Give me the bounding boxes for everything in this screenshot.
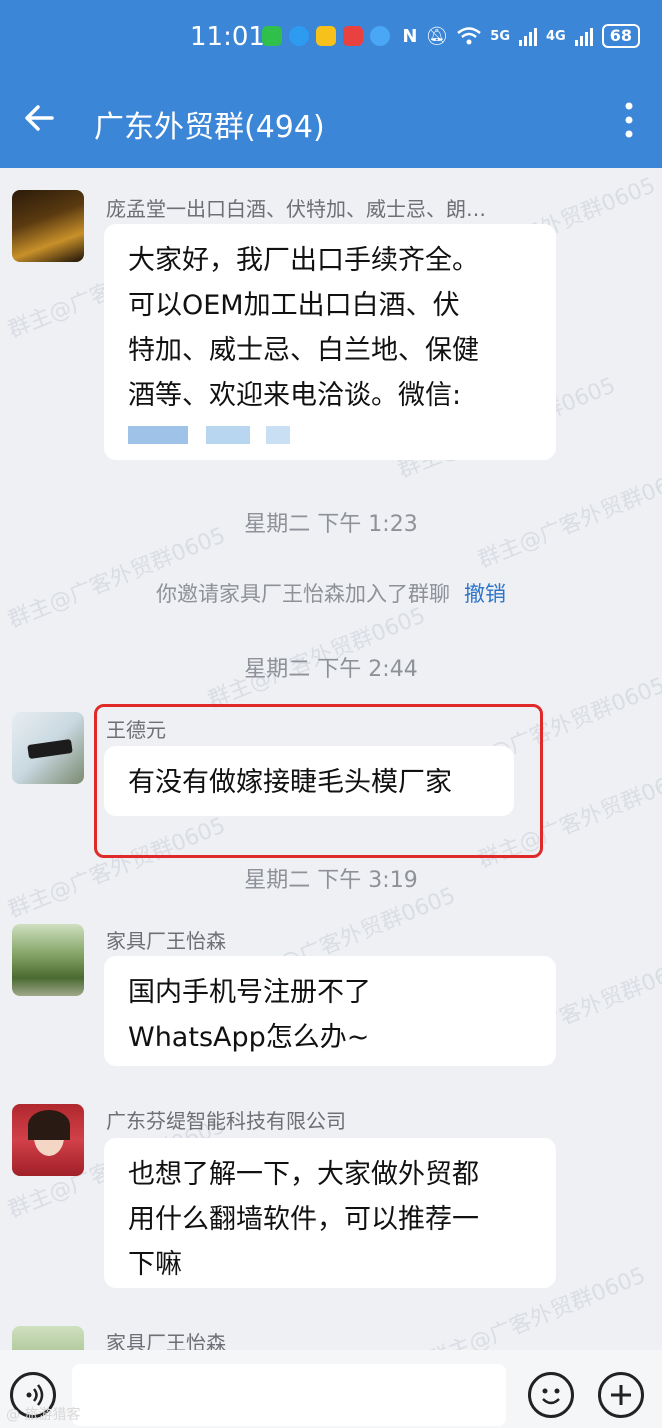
- message-line: 特加、威士忌、白兰地、保健: [128, 335, 479, 366]
- status-time: 11:01: [190, 22, 265, 52]
- blur-block: [128, 426, 188, 444]
- signal-icon: [574, 28, 593, 46]
- message-input[interactable]: [72, 1364, 506, 1426]
- message-line: WhatsApp怎么办~: [128, 1022, 370, 1053]
- more-vertical-icon[interactable]: [624, 100, 634, 140]
- download-icon: [289, 26, 309, 46]
- message-line: 用什么翻墙软件，可以推荐一: [128, 1204, 479, 1235]
- blur-block: [206, 426, 250, 444]
- message-bubble[interactable]: 也想了解一下，大家做外贸都 用什么翻墙软件，可以推荐一 下嘛: [104, 1138, 556, 1288]
- avatar[interactable]: [12, 190, 84, 262]
- sender-name: 庞孟堂一出口白酒、伏特加、威士忌、朗…: [106, 197, 486, 221]
- chat-title: 广东外贸群(494): [94, 110, 325, 145]
- system-icons: N 🔕︎ 5G 4G 68: [402, 24, 640, 48]
- top-bar: 11:01 N 🔕︎ 5G 4G 68 广东外贸群(494): [0, 0, 662, 168]
- cloud-icon: [370, 26, 390, 46]
- timestamp: 星期二 下午 3:19: [244, 868, 418, 893]
- network-4g-label: 4G: [546, 28, 566, 44]
- system-message-text: 你邀请家具厂王怡森加入了群聊: [156, 582, 450, 606]
- message-line: 大家好，我厂出口手续齐全。: [128, 245, 479, 276]
- wifi-icon: [457, 27, 482, 45]
- blur-block: [266, 426, 290, 444]
- message-line: 可以OEM加工出口白酒、伏: [128, 290, 460, 321]
- chat-header: 广东外贸群(494): [0, 80, 662, 168]
- avatar[interactable]: [12, 924, 84, 996]
- status-bar: 11:01 N 🔕︎ 5G 4G 68: [0, 18, 662, 62]
- undo-link[interactable]: 撤销: [464, 582, 506, 606]
- sender-name: 广东芬缇智能科技有限公司: [106, 1109, 346, 1133]
- system-message: 你邀请家具厂王怡森加入了群聊 撤销: [0, 578, 662, 608]
- message-line: 国内手机号注册不了: [128, 977, 371, 1008]
- message-icon: [343, 26, 363, 46]
- message-line: 酒等、欢迎来电洽谈。微信:: [128, 380, 462, 411]
- battery-indicator: 68: [601, 24, 640, 48]
- avatar[interactable]: [12, 712, 84, 784]
- message-bubble[interactable]: 大家好，我厂出口手续齐全。 可以OEM加工出口白酒、伏 特加、威士忌、白兰地、保…: [104, 224, 556, 460]
- wechat-icon: [262, 26, 282, 46]
- highlight-box: [94, 704, 543, 858]
- timestamp: 星期二 下午 2:44: [244, 657, 418, 682]
- mute-icon: 🔕︎: [425, 25, 449, 47]
- nfc-icon: N: [402, 25, 418, 47]
- avatar[interactable]: [12, 1104, 84, 1176]
- timestamp: 星期二 下午 1:23: [244, 512, 418, 537]
- mail-icon: [316, 26, 336, 46]
- signal-icon: [519, 28, 538, 46]
- avatar-hair: [28, 1110, 70, 1140]
- message-line: 也想了解一下，大家做外贸都: [128, 1159, 479, 1190]
- network-5g-label: 5G: [490, 28, 511, 44]
- redacted-blur: [128, 418, 532, 448]
- source-watermark: @ 旅游猎客: [6, 1407, 81, 1423]
- sender-name: 家具厂王怡森: [106, 929, 226, 953]
- arrow-left-icon[interactable]: [18, 96, 62, 140]
- input-bar: [0, 1350, 662, 1428]
- emoji-icon[interactable]: [528, 1372, 574, 1418]
- message-line: 下嘛: [128, 1249, 182, 1280]
- notification-icons: [262, 26, 390, 46]
- plus-icon[interactable]: [598, 1372, 644, 1418]
- avatar-detail: [27, 739, 73, 759]
- message-bubble[interactable]: 国内手机号注册不了 WhatsApp怎么办~: [104, 956, 556, 1066]
